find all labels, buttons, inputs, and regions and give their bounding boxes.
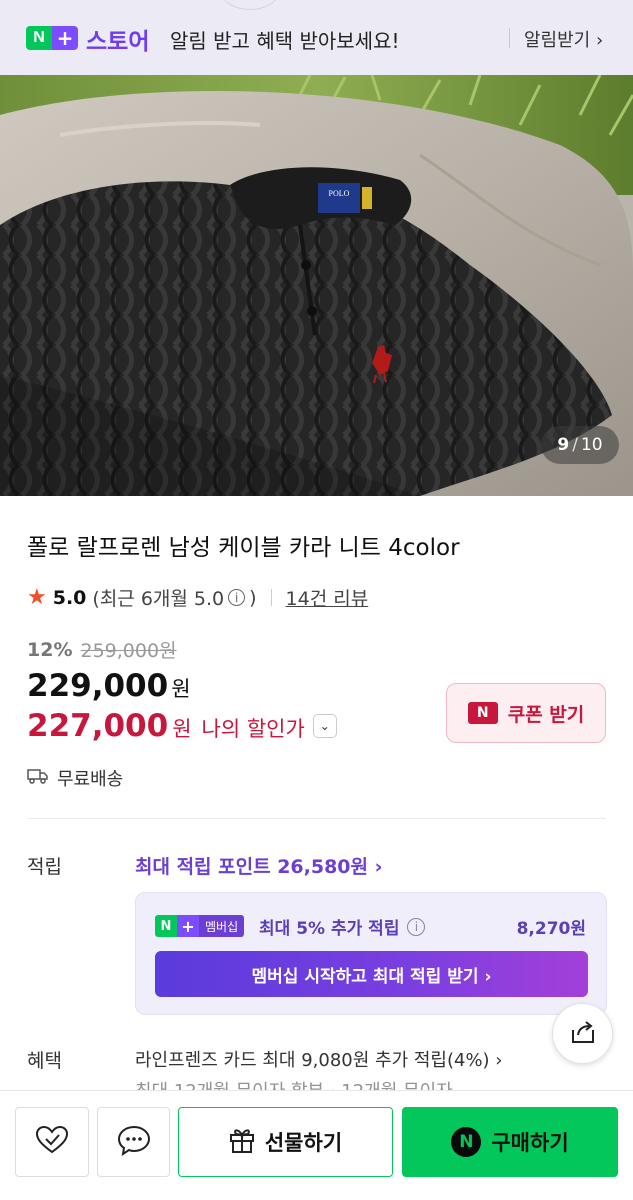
rating-row: ★ 5.0 (최근 6개월 5.0 i ) 14건 리뷰 — [27, 584, 368, 611]
gift-icon — [229, 1126, 255, 1159]
image-counter-current: 9 — [557, 435, 570, 455]
info-icon[interactable]: i — [407, 917, 426, 936]
my-discount-price[interactable]: 227,000 원 나의 할인가 ⌄ — [27, 708, 337, 744]
original-price: 259,000원 — [80, 640, 177, 662]
buy-button-label: 구매하기 — [491, 1131, 569, 1155]
shipping-info: 무료배송 — [27, 765, 123, 791]
membership-start-button[interactable]: 멤버십 시작하고 최대 적립 받기 › — [155, 951, 588, 997]
badge-membership: 멤버십 — [199, 915, 245, 937]
reviews-link[interactable]: 14건 리뷰 — [286, 584, 369, 611]
section-divider — [27, 818, 606, 819]
share-button[interactable] — [552, 1003, 613, 1064]
naver-plus-membership-badge: N + 멤버십 — [155, 915, 245, 937]
chat-bubble-icon — [117, 1124, 151, 1160]
card-benefit-link[interactable]: 라인프렌즈 카드 최대 9,080원 추가 적립(4%) › — [135, 1046, 503, 1072]
app-banner: N + 스토어 알림 받고 혜택 받아보세요! 알림받기 › — [0, 0, 633, 75]
benefits-label: 혜택 — [27, 1050, 62, 1072]
heart-check-icon — [35, 1125, 69, 1159]
discount-row: 12% 259,000원 — [27, 636, 177, 663]
talktalk-button[interactable] — [97, 1107, 170, 1177]
gift-button-label: 선물하기 — [264, 1131, 343, 1155]
top-handle — [220, 0, 280, 10]
membership-amount: 8,270원 — [516, 919, 586, 939]
image-counter-total: 10 — [580, 435, 603, 455]
sale-price-unit: 원 — [171, 677, 191, 701]
membership-extra-text: 최대 5% 추가 적립 — [259, 919, 400, 939]
coupon-button[interactable]: N 쿠폰 받기 — [446, 683, 606, 743]
chevron-down-icon[interactable]: ⌄ — [312, 714, 337, 738]
rating-score: 5.0 — [52, 586, 87, 609]
logo-plus: + — [52, 26, 78, 50]
logo-n: N — [26, 26, 52, 50]
truck-icon — [27, 768, 49, 789]
coupon-button-label: 쿠폰 받기 — [507, 703, 585, 726]
collar-tag-text: POLO — [329, 189, 350, 198]
naver-pay-icon: N — [451, 1127, 482, 1157]
sale-price: 229,000 원 — [27, 668, 191, 704]
banner-divider — [509, 28, 510, 48]
alarm-subscribe-link[interactable]: 알림받기 › — [524, 26, 603, 52]
info-icon[interactable]: i — [228, 589, 246, 606]
star-icon: ★ — [27, 585, 47, 610]
membership-extra: 최대 5% 추가 적립 i — [259, 914, 426, 939]
gift-button[interactable]: 선물하기 — [178, 1107, 393, 1177]
shipping-label: 무료배송 — [57, 769, 124, 790]
bottom-action-bar: 선물하기 N 구매하기 — [0, 1090, 633, 1200]
discount-percent: 12% — [27, 638, 73, 661]
banner-message: 알림 받고 혜택 받아보세요! — [170, 29, 400, 53]
image-counter-separator: / — [572, 435, 578, 455]
recent-rating: (최근 6개월 5.0 — [92, 588, 225, 610]
buy-button[interactable]: N 구매하기 — [402, 1107, 618, 1177]
badge-n: N — [155, 915, 177, 937]
naver-plus-logo: N + — [26, 26, 78, 50]
badge-plus: + — [177, 915, 199, 937]
points-label: 적립 — [27, 856, 62, 878]
recent-rating-close: ) — [249, 586, 257, 609]
product-image-gallery[interactable]: POLO 9 / 10 — [0, 75, 633, 496]
membership-box: N + 멤버십 최대 5% 추가 적립 i 8,270원 멤버십 시작하고 최대… — [135, 892, 607, 1015]
my-price-amount: 227,000 — [27, 708, 169, 744]
my-price-label: 나의 할인가 — [201, 717, 305, 741]
naver-n-icon: N — [467, 702, 498, 724]
rating-divider — [270, 589, 272, 606]
max-points-link[interactable]: 최대 적립 포인트 26,580원 › — [135, 852, 382, 879]
wishlist-button[interactable] — [15, 1107, 89, 1177]
share-icon — [569, 1018, 597, 1050]
product-photo: POLO — [0, 75, 633, 496]
sale-price-amount: 229,000 — [27, 668, 169, 704]
product-title: 폴로 랄프로렌 남성 케이블 카라 니트 4color — [27, 535, 460, 561]
my-price-unit: 원 — [172, 717, 192, 741]
store-label: 스토어 — [86, 29, 150, 55]
image-counter: 9 / 10 — [541, 426, 619, 464]
